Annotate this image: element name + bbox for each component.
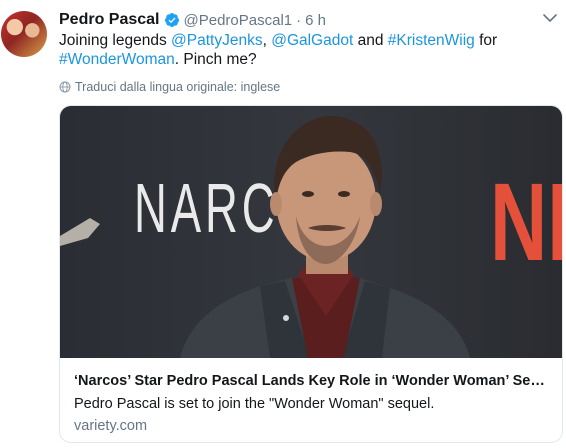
mention-link[interactable]: @PattyJenks: [171, 32, 263, 49]
author-handle[interactable]: @PedroPascal1: [184, 12, 293, 29]
card-description: Pedro Pascal is set to join the "Wonder …: [74, 396, 435, 412]
tweet-text-segment: ,: [262, 32, 272, 49]
tweet-text-segment: Joining legends: [59, 32, 172, 49]
tweet-header: Pedro Pascal @PedroPascal1 · 6 h: [59, 11, 326, 29]
globe-icon: [59, 81, 71, 93]
timestamp[interactable]: 6 h: [305, 12, 326, 29]
tweet-text-segment: for: [474, 32, 498, 49]
tweet-text: Joining legends @PattyJenks, @GalGadot a…: [59, 31, 559, 69]
translate-label: Traduci dalla lingua originale: inglese: [75, 80, 281, 94]
card-title: ‘Narcos’ Star Pedro Pascal Lands Key Rol…: [74, 373, 550, 389]
hashtag-link[interactable]: #KristenWiig: [388, 32, 475, 49]
hashtag-link[interactable]: #WonderWoman: [59, 51, 175, 68]
card-domain: variety.com: [74, 418, 148, 434]
tweet-text-segment: . Pinch me?: [174, 51, 257, 68]
portrait-photo: [60, 116, 470, 358]
mention-link[interactable]: @GalGadot: [271, 32, 353, 49]
link-card[interactable]: NARC NE ‘Narcos’ Sta: [59, 105, 563, 443]
card-body[interactable]: ‘Narcos’ Star Pedro Pascal Lands Key Rol…: [60, 358, 562, 442]
separator-dot: ·: [296, 11, 302, 29]
avatar[interactable]: [1, 11, 47, 57]
card-image[interactable]: NARC NE: [60, 106, 562, 358]
author-name[interactable]: Pedro Pascal: [59, 11, 160, 29]
translate-link[interactable]: Traduci dalla lingua originale: inglese: [59, 79, 280, 95]
chevron-down-icon[interactable]: [542, 10, 558, 26]
tweet[interactable]: Pedro Pascal @PedroPascal1 · 6 h Joining…: [0, 0, 566, 448]
tweet-text-segment: and: [353, 32, 388, 49]
verified-badge-icon: [164, 13, 179, 27]
